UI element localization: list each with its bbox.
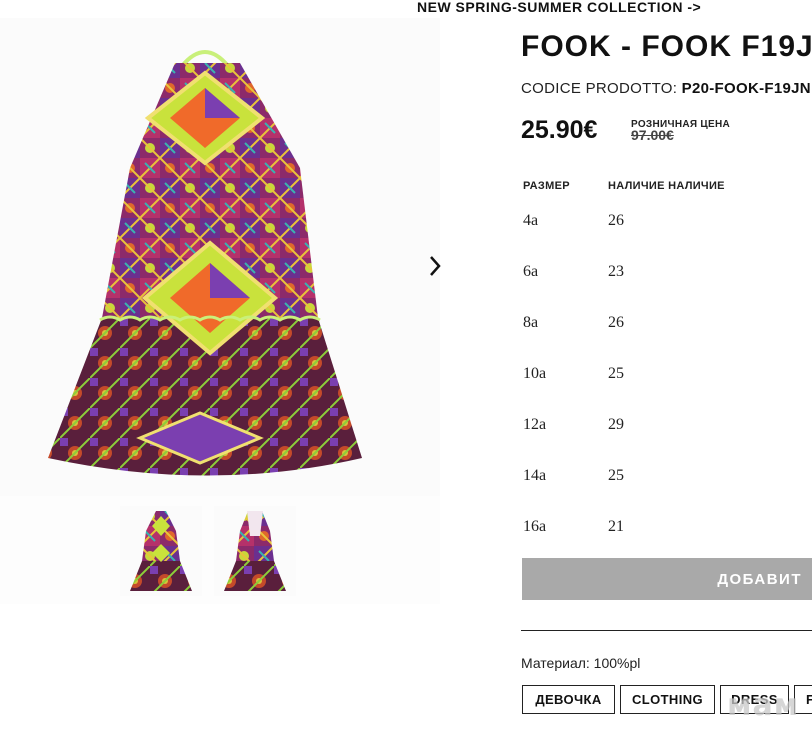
product-title: FOOK - FOOK F19J: [521, 30, 812, 63]
size-value: 10a: [523, 365, 547, 382]
stock-qty: 26: [608, 212, 624, 229]
size-row[interactable]: 4a 26: [523, 208, 812, 238]
size-value: 12a: [523, 416, 547, 433]
tag-girl[interactable]: ДЕВОЧКА: [522, 685, 615, 714]
dress-illustration: [48, 50, 362, 476]
material-info: Материал: 100%pl: [521, 655, 641, 671]
retail-price: 97.00€: [631, 127, 674, 143]
availability-column-header: НАЛИЧИЕ НАЛИЧИЕ: [608, 180, 725, 192]
size-row[interactable]: 14a 25: [523, 463, 812, 493]
chevron-right-icon: [430, 256, 441, 276]
size-row[interactable]: 16a 21: [523, 514, 812, 544]
stock-qty: 23: [608, 263, 624, 280]
stock-qty: 21: [608, 518, 624, 535]
sale-price: 25.90€: [521, 116, 598, 144]
stock-qty: 26: [608, 314, 624, 331]
size-row[interactable]: 10a 25: [523, 361, 812, 391]
thumbnail-front[interactable]: [120, 506, 202, 596]
add-to-cart-button[interactable]: ДОБАВИТ: [522, 558, 812, 600]
size-row[interactable]: 8a 26: [523, 310, 812, 340]
product-code-label: CODICE PRODOTTO:: [521, 80, 678, 97]
stock-qty: 29: [608, 416, 624, 433]
size-value: 14a: [523, 467, 547, 484]
stock-qty: 25: [608, 467, 624, 484]
size-value: 4a: [523, 212, 539, 229]
tag-dress[interactable]: DRESS: [720, 685, 789, 714]
size-value: 8a: [523, 314, 539, 331]
size-row[interactable]: 12a 29: [523, 412, 812, 442]
stock-qty: 25: [608, 365, 624, 382]
new-collection-link[interactable]: NEW SPRING-SUMMER COLLECTION ->: [417, 0, 701, 14]
tag-clothing[interactable]: CLOTHING: [620, 685, 715, 714]
thumbnail-back-image: [214, 506, 296, 596]
product-code-value: P20-FOOK-F19JN: [681, 80, 811, 97]
size-value: 6a: [523, 263, 539, 280]
thumbnail-front-image: [120, 506, 202, 596]
product-main-image: [0, 18, 440, 496]
size-value: 16a: [523, 518, 547, 535]
thumbnail-back[interactable]: [214, 506, 296, 596]
product-code: CODICE PRODOTTO: P20-FOOK-F19JN: [521, 80, 811, 97]
tag-partial[interactable]: F: [794, 685, 812, 714]
divider: [521, 630, 812, 631]
size-row[interactable]: 6a 23: [523, 259, 812, 289]
size-column-header: РАЗМЕР: [523, 180, 570, 192]
next-image-button[interactable]: [424, 252, 446, 280]
